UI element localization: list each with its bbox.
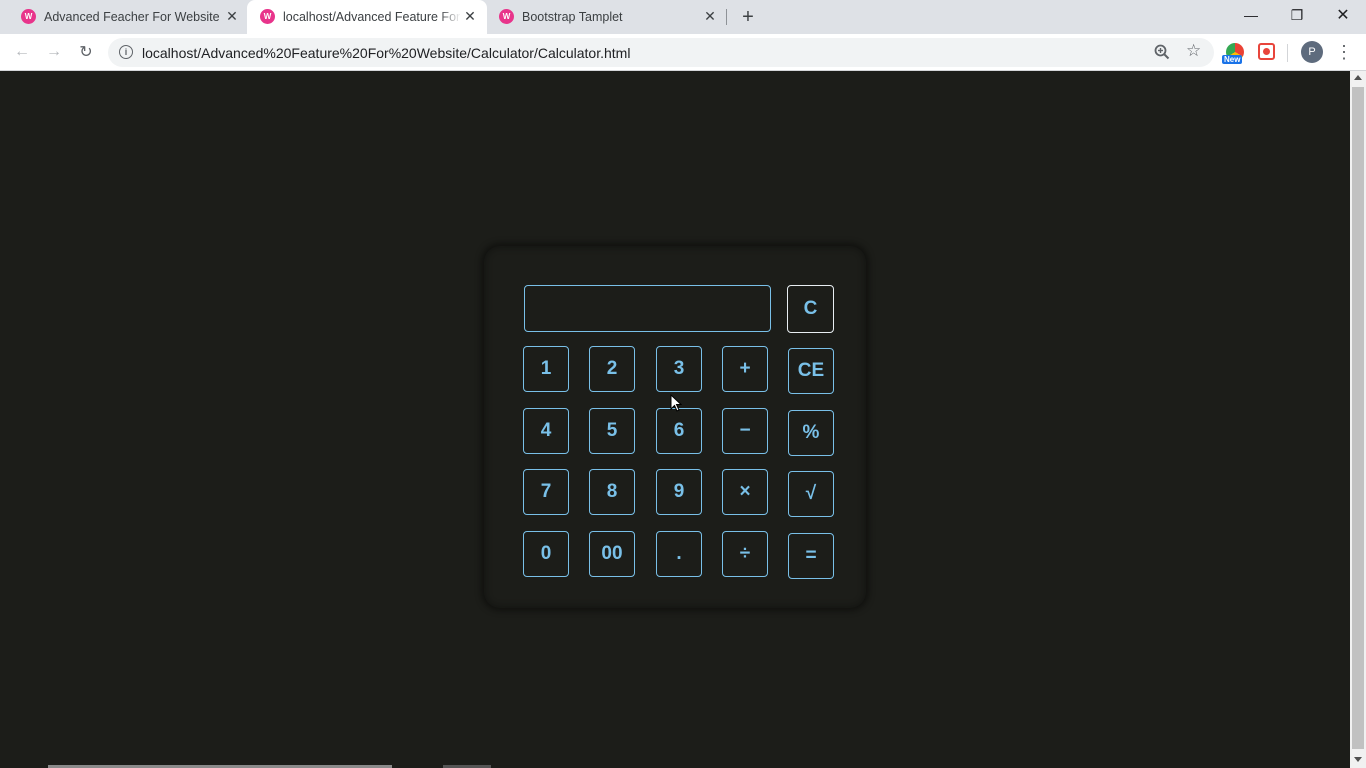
site-favicon-icon: W [21, 9, 36, 24]
mouse-cursor-icon [670, 394, 682, 412]
tab-title: Advanced Feacher For Website [44, 10, 220, 24]
browser-toolbar: ← → ↻ i localhost/Advanced%20Feature%20F… [0, 34, 1366, 71]
tab-strip: W Advanced Feacher For Website ✕ W local… [0, 0, 1366, 34]
calculator-display[interactable] [524, 285, 771, 332]
key-square-root[interactable]: √ [788, 471, 834, 517]
new-tab-plus-icon[interactable]: + [737, 6, 759, 28]
reload-icon[interactable]: ↻ [74, 40, 98, 64]
key-percent[interactable]: % [788, 410, 834, 456]
key-decimal[interactable]: . [656, 531, 702, 577]
key-8[interactable]: 8 [589, 469, 635, 515]
more-menu-icon[interactable]: ⋮ [1334, 40, 1354, 64]
scroll-down-arrow-icon[interactable] [1354, 757, 1362, 762]
address-bar[interactable]: i localhost/Advanced%20Feature%20For%20W… [108, 38, 1214, 67]
key-equals[interactable]: = [788, 533, 834, 579]
key-double-zero[interactable]: 00 [589, 531, 635, 577]
site-favicon-icon: W [499, 9, 514, 24]
scroll-up-arrow-icon[interactable] [1354, 75, 1362, 80]
key-2[interactable]: 2 [589, 346, 635, 392]
key-4[interactable]: 4 [523, 408, 569, 454]
tab-advanced-feacher[interactable]: W Advanced Feacher For Website ✕ [8, 0, 248, 34]
key-0[interactable]: 0 [523, 531, 569, 577]
key-clear-entry[interactable]: CE [788, 348, 834, 394]
back-arrow-icon[interactable]: ← [10, 40, 34, 64]
address-url[interactable]: localhost/Advanced%20Feature%20For%20Web… [142, 45, 630, 61]
key-minus[interactable]: − [722, 408, 768, 454]
tab-close-icon[interactable]: ✕ [462, 8, 478, 24]
key-6[interactable]: 6 [656, 408, 702, 454]
site-favicon-icon: W [260, 9, 275, 24]
key-3[interactable]: 3 [656, 346, 702, 392]
clear-button[interactable]: C [787, 285, 834, 333]
restore-window-icon[interactable]: ❐ [1274, 0, 1320, 30]
site-info-icon[interactable]: i [119, 45, 133, 59]
close-window-icon[interactable]: ✕ [1320, 0, 1366, 30]
key-7[interactable]: 7 [523, 469, 569, 515]
tab-bootstrap-tamplet[interactable]: W Bootstrap Tamplet ✕ [486, 0, 726, 34]
minimize-window-icon[interactable]: — [1228, 0, 1274, 30]
scrollbar-thumb[interactable] [1352, 87, 1364, 749]
key-plus[interactable]: + [722, 346, 768, 392]
key-1[interactable]: 1 [523, 346, 569, 392]
calculator: C 1 2 3 + CE 4 5 6 − % 7 8 9 × √ 0 00 . … [484, 246, 866, 608]
key-multiply[interactable]: × [722, 469, 768, 515]
key-divide[interactable]: ÷ [722, 531, 768, 577]
tab-title: Bootstrap Tamplet [522, 10, 623, 24]
bookmark-star-icon[interactable]: ☆ [1186, 41, 1201, 61]
extension-record-icon[interactable] [1258, 43, 1275, 60]
extension-new-badge: New [1222, 55, 1243, 64]
tab-title: localhost/Advanced Feature For Web [283, 10, 461, 24]
zoom-icon[interactable] [1153, 43, 1171, 61]
vertical-scrollbar[interactable] [1350, 71, 1366, 768]
tab-close-icon[interactable]: ✕ [702, 8, 718, 24]
tab-calculator-active[interactable]: W localhost/Advanced Feature For Web ✕ [247, 0, 487, 34]
forward-arrow-icon[interactable]: → [42, 40, 66, 64]
tab-close-icon[interactable]: ✕ [224, 8, 240, 24]
key-5[interactable]: 5 [589, 408, 635, 454]
tab-separator [726, 9, 727, 25]
toolbar-separator [1287, 44, 1288, 62]
profile-avatar[interactable]: P [1301, 41, 1323, 63]
key-9[interactable]: 9 [656, 469, 702, 515]
